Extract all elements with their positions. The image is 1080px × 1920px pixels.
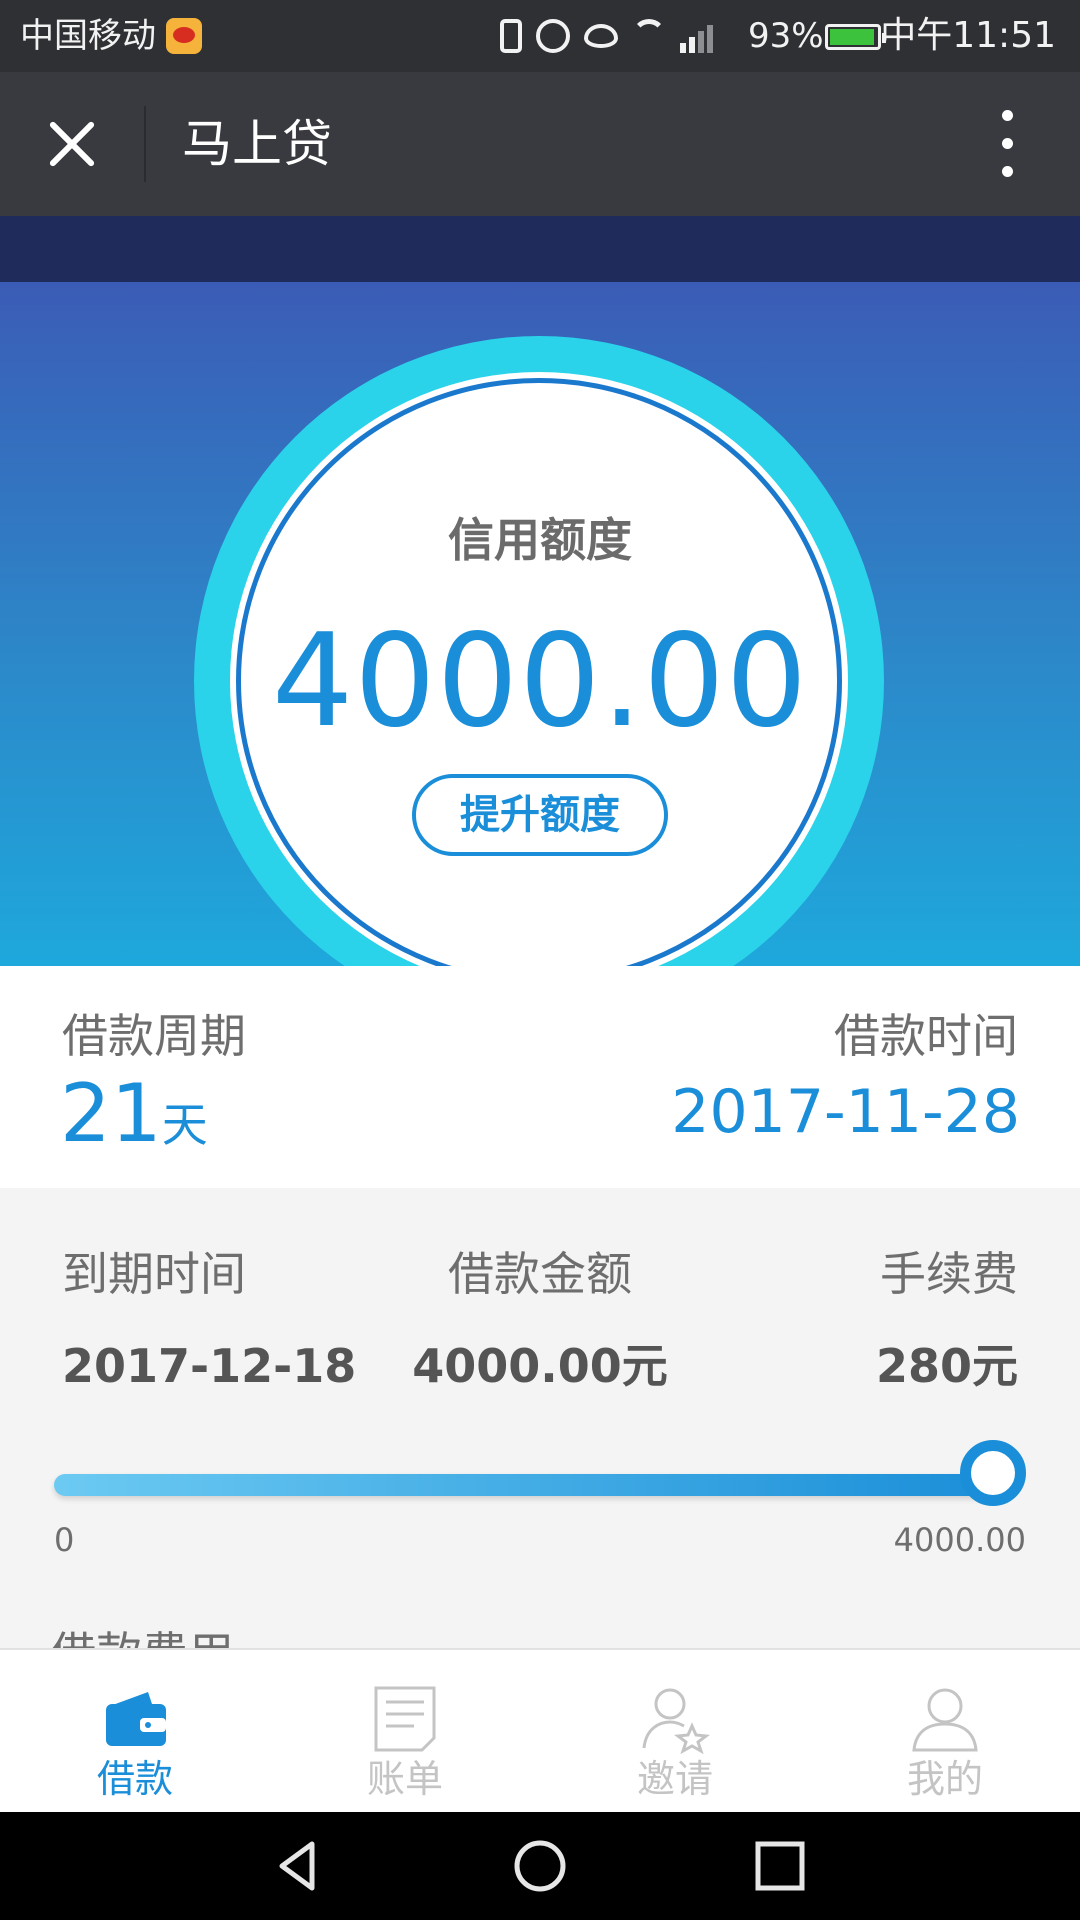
- recents-icon[interactable]: [752, 1838, 808, 1894]
- loan-info-card: 借款周期 21天 借款时间 2017-11-28: [0, 966, 1080, 1188]
- back-icon[interactable]: [272, 1838, 328, 1894]
- bottom-tab-bar: 借款 账单 邀请 我的: [0, 1648, 1080, 1812]
- tab-invite[interactable]: 邀请: [540, 1650, 810, 1812]
- title-bar: 马上贷: [0, 72, 1080, 216]
- header-strip: [0, 216, 1080, 282]
- loan-period-unit: 天: [161, 1098, 208, 1152]
- credit-amount: 4000.00: [271, 607, 809, 756]
- slider-min-label: 0: [54, 1521, 75, 1559]
- loan-period-label: 借款周期: [62, 1009, 246, 1063]
- credit-label: 信用额度: [448, 513, 632, 567]
- tab-bill[interactable]: 账单: [270, 1650, 540, 1812]
- system-nav-bar: [0, 1812, 1080, 1920]
- carrier-name: 中国移动: [20, 16, 156, 56]
- tab-bill-label: 账单: [366, 1757, 443, 1801]
- more-vertical-icon[interactable]: [990, 108, 1026, 180]
- alarm-icon: [536, 19, 570, 53]
- loan-period-value[interactable]: 21天: [60, 1066, 208, 1173]
- tab-invite-label: 邀请: [636, 1757, 713, 1801]
- eye-icon: [584, 24, 618, 48]
- weibo-icon: [166, 18, 202, 54]
- tab-loan[interactable]: 借款: [0, 1650, 270, 1812]
- close-icon[interactable]: [34, 106, 110, 182]
- bill-icon: [374, 1686, 436, 1752]
- title-divider: [144, 106, 146, 182]
- fee-label: 手续费: [880, 1247, 1018, 1301]
- amount-slider-thumb[interactable]: [960, 1440, 1026, 1506]
- fee-value: 280元: [875, 1339, 1018, 1393]
- profile-icon: [912, 1688, 978, 1752]
- tab-loan-label: 借款: [96, 1757, 173, 1801]
- vibrate-icon: [500, 19, 522, 53]
- home-icon[interactable]: [512, 1838, 568, 1894]
- tab-profile-label: 我的: [906, 1757, 983, 1801]
- battery-percent: 93%: [748, 16, 824, 56]
- loan-time-value: 2017-11-28: [671, 1077, 1020, 1147]
- clock: 中午11:51: [880, 15, 1056, 56]
- status-bar: 中国移动 93% 中午11:51: [0, 0, 1080, 72]
- slider-max-label: 4000.00: [893, 1521, 1026, 1559]
- loan-time-label: 借款时间: [834, 1009, 1018, 1063]
- amount-slider-track[interactable]: [54, 1474, 1004, 1496]
- wallet-icon: [106, 1692, 166, 1746]
- page-title: 马上贷: [182, 115, 332, 173]
- invite-icon: [642, 1688, 710, 1754]
- loan-detail: 到期时间 借款金额 手续费 2017-12-18 4000.00元 280元 0…: [0, 1188, 1080, 1681]
- status-icons: [494, 14, 724, 58]
- raise-limit-button[interactable]: 提升额度: [412, 774, 668, 856]
- signal-4g-icon: [680, 19, 724, 53]
- loan-period-number: 21: [60, 1067, 162, 1160]
- battery-charging-icon: [825, 24, 886, 50]
- wifi-icon: [632, 19, 666, 53]
- tab-profile[interactable]: 我的: [810, 1650, 1080, 1812]
